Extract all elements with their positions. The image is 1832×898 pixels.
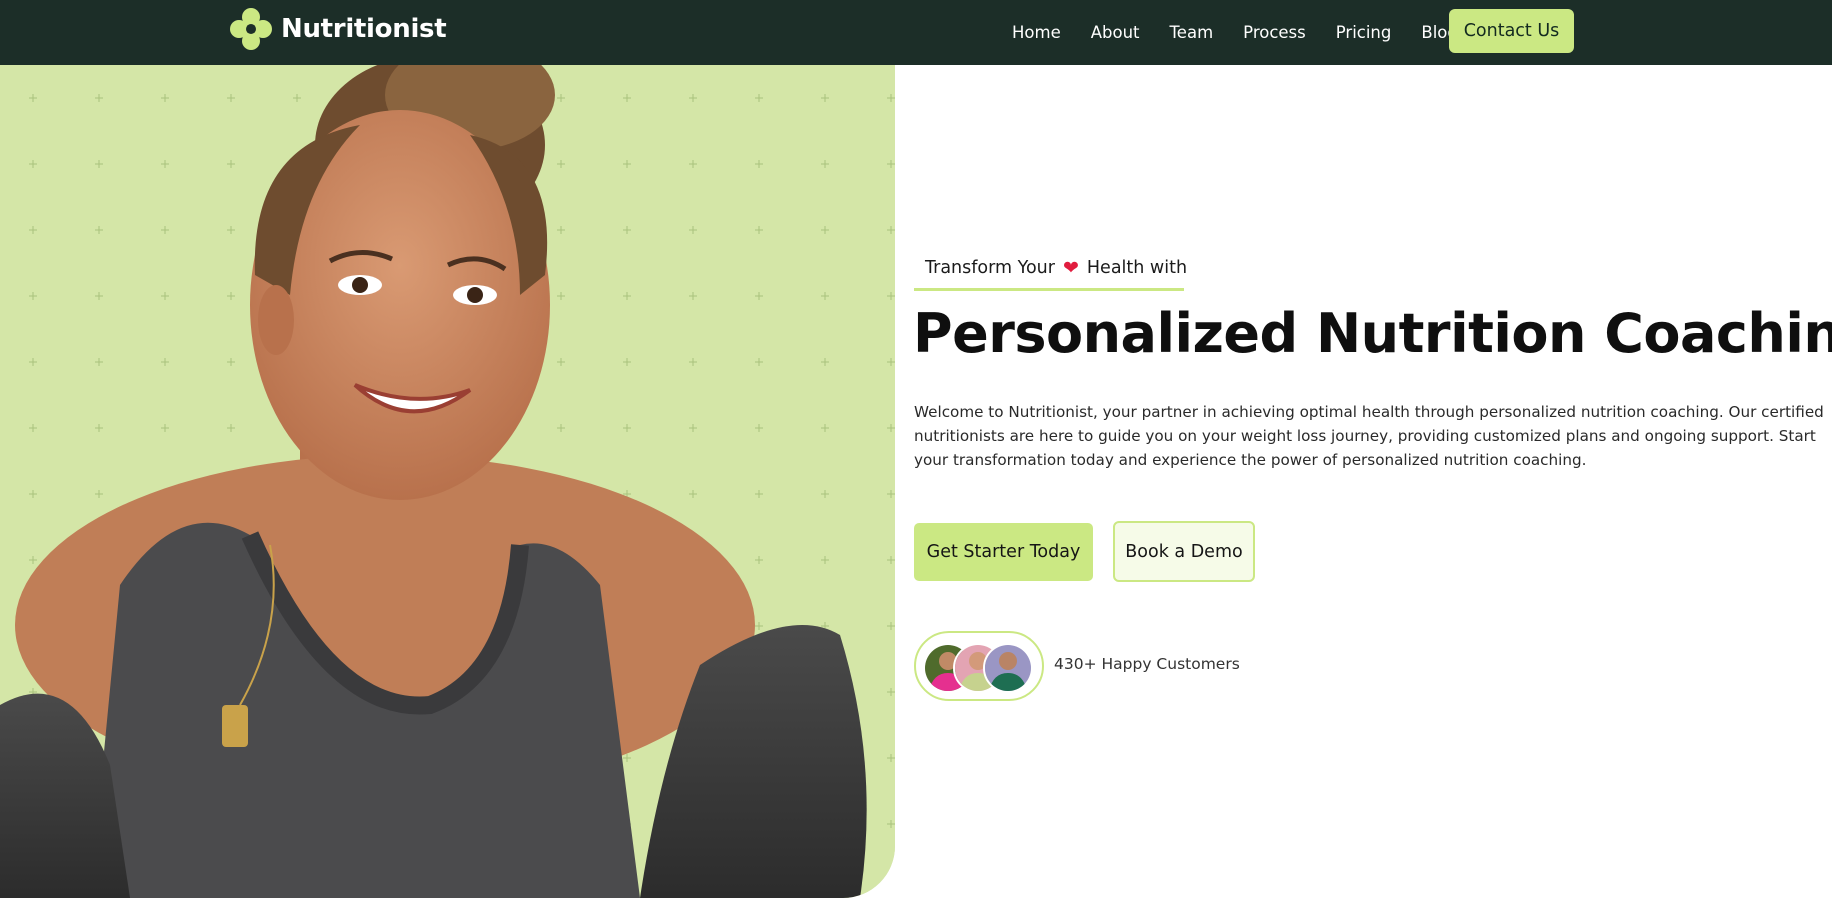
hero-woman-photo xyxy=(0,65,895,898)
hero-photo xyxy=(0,65,895,898)
hero-eyebrow: Transform Your ❤ Health with xyxy=(914,248,1188,291)
customer-avatar xyxy=(983,643,1033,693)
book-demo-button[interactable]: Book a Demo xyxy=(1113,521,1255,582)
hero-headline: Personalized Nutrition Coaching xyxy=(913,302,1832,365)
nav-team-link[interactable]: Team xyxy=(1170,23,1214,42)
customer-avatars xyxy=(914,631,1044,701)
get-started-button[interactable]: Get Starter Today xyxy=(914,523,1093,581)
hero-description: Welcome to Nutritionist, your partner in… xyxy=(914,403,1824,469)
brand-logo[interactable]: Nutritionist xyxy=(228,6,447,52)
eyebrow-text-end: Health with xyxy=(1086,258,1188,278)
happy-customers-count: 430+ Happy Customers xyxy=(1054,655,1240,673)
nav-home-link[interactable]: Home xyxy=(1012,23,1061,42)
eyebrow-text-start: Transform Your xyxy=(925,258,1055,278)
nav-process-link[interactable]: Process xyxy=(1243,23,1306,42)
top-navbar: Nutritionist Home About Team Process Pri… xyxy=(0,0,1832,65)
nav-pricing-link[interactable]: Pricing xyxy=(1336,23,1392,42)
brand-name: Nutritionist xyxy=(281,14,447,44)
clover-logo-icon xyxy=(230,8,272,50)
contact-us-button[interactable]: Contact Us xyxy=(1449,9,1574,53)
main-nav: Home About Team Process Pricing Blog xyxy=(1012,0,1458,65)
heart-icon: ❤ xyxy=(1062,257,1079,279)
nav-about-link[interactable]: About xyxy=(1091,23,1140,42)
